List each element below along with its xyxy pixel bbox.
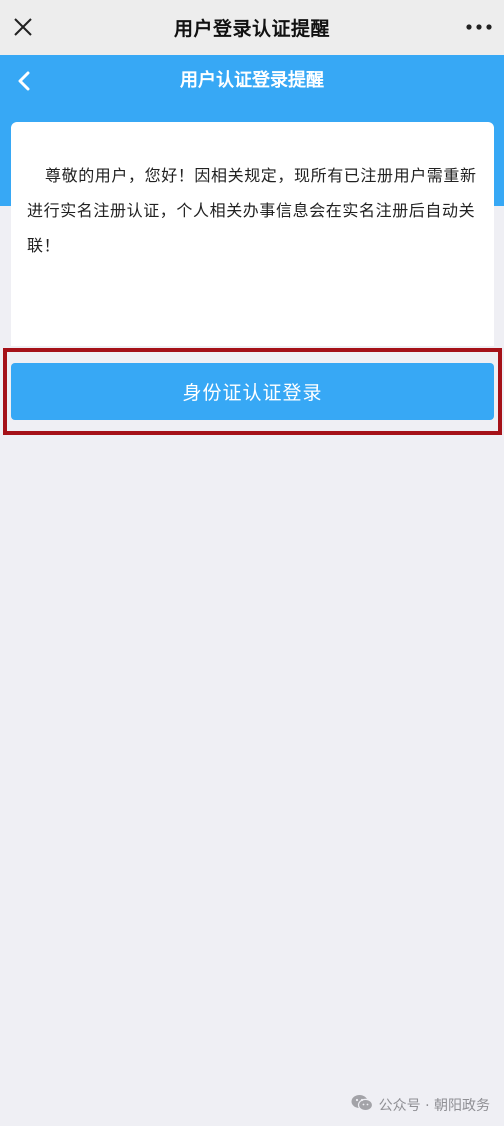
watermark: 公众号 · 朝阳政务 xyxy=(351,1094,490,1116)
id-card-login-button[interactable]: 身份证认证登录 xyxy=(11,363,494,420)
page: 用户登录认证提醒 用户认证登录提醒 尊敬的用户，您好！因相关规定，现所有已注册用… xyxy=(0,0,504,1126)
wechat-page-title: 用户登录认证提醒 xyxy=(173,18,330,40)
page-title: 用户认证登录提醒 xyxy=(180,70,324,91)
close-icon[interactable] xyxy=(10,13,36,41)
watermark-text: 公众号 · 朝阳政务 xyxy=(378,1098,490,1114)
notice-card: 尊敬的用户，您好！因相关规定，现所有已注册用户需重新进行实名注册认证，个人相关办… xyxy=(11,122,494,346)
more-dots-icon[interactable] xyxy=(462,14,496,40)
notice-text: 尊敬的用户，您好！因相关规定，现所有已注册用户需重新进行实名注册认证，个人相关办… xyxy=(27,166,477,255)
wechat-icon xyxy=(351,1094,373,1116)
wechat-top-bar: 用户登录认证提醒 xyxy=(0,0,504,55)
